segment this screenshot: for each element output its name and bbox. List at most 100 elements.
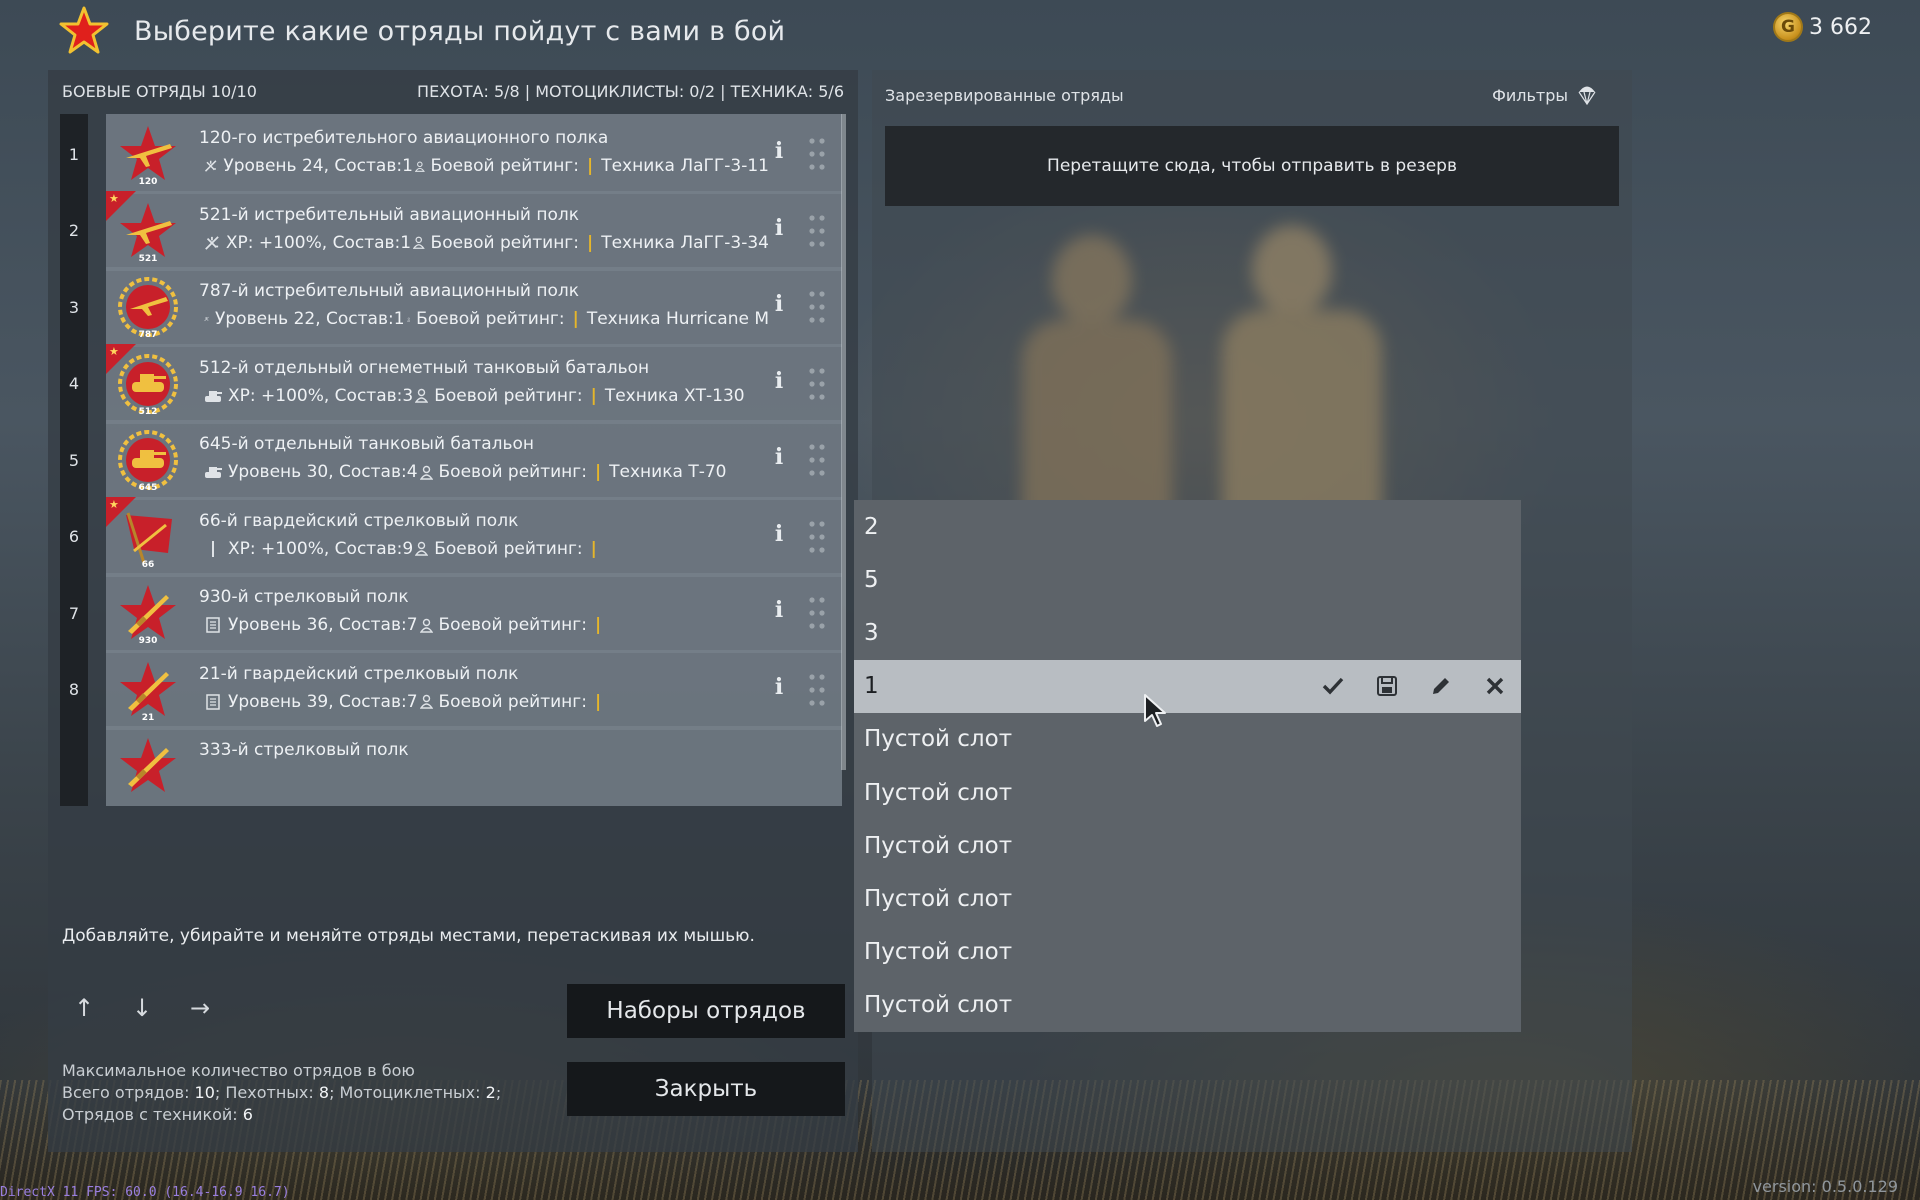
svg-text:787: 787 xyxy=(139,330,158,339)
squad-card[interactable]: 645 645-й отдельный танковый батальон Уров… xyxy=(106,420,842,500)
gold-balance: G 3 662 xyxy=(1773,12,1872,42)
squad-row[interactable]: 4 512 ★ 512-й отдельный огнеметный танковый… xyxy=(60,343,850,424)
info-icon[interactable]: i xyxy=(770,368,788,398)
info-icon[interactable]: i xyxy=(770,597,788,627)
squad-card[interactable]: 787 787-й истребительный авиационный полк… xyxy=(106,267,842,347)
preset-item[interactable]: Пустой слот xyxy=(854,713,1521,766)
save-icon[interactable] xyxy=(1375,674,1399,698)
squad-level: Уровень 36, Состав:7 xyxy=(228,615,418,635)
squad-card[interactable]: 333-й стрелковый полк xyxy=(106,726,842,806)
squad-row[interactable]: 2 521 ★ 521-й истребительный авиационный по… xyxy=(60,190,850,271)
preset-item-label: 5 xyxy=(864,566,879,593)
squad-card[interactable]: 66 ★ 66-й гвардейский стрелковый полк XP: +… xyxy=(106,496,842,577)
info-icon[interactable]: i xyxy=(770,521,788,551)
squad-emblem-icon: 930 xyxy=(120,585,176,645)
squad-emblem-icon xyxy=(120,738,176,792)
info-icon[interactable]: i xyxy=(770,215,788,245)
squad-level: Уровень 22, Состав:1 xyxy=(215,309,405,329)
edit-pencil-icon[interactable] xyxy=(1429,674,1453,698)
squad-name: 512-й отдельный огнеметный танковый бата… xyxy=(199,357,650,378)
preset-item[interactable]: 5 xyxy=(854,553,1521,606)
preset-item[interactable]: Пустой слот xyxy=(854,926,1521,979)
squad-row[interactable]: 1 120 120-го истребительного авиационного … xyxy=(60,114,850,194)
preset-item-label: Пустой слот xyxy=(864,939,1013,966)
rating-separator: | xyxy=(590,538,597,559)
squad-card[interactable]: 512 ★ 512-й отдельный огнеметный танковый … xyxy=(106,343,842,424)
info-icon[interactable]: i xyxy=(770,674,788,704)
squad-row[interactable]: 7 930 930-й стрелковый полк Уровень 36, Сос… xyxy=(60,573,850,653)
squad-name: 66-й гвардейский стрелковый полк xyxy=(199,510,519,531)
drag-handle-icon[interactable] xyxy=(808,366,826,402)
max-squads-title: Максимальное количество отрядов в бою xyxy=(62,1061,415,1080)
drag-handle-icon[interactable] xyxy=(808,289,826,325)
squad-type-counts: ПЕХОТА: 5/8 | МОТОЦИКЛИСТЫ: 0/2 | ТЕХНИК… xyxy=(417,82,844,101)
filters-button[interactable]: Фильтры xyxy=(1492,84,1596,106)
svg-text:120: 120 xyxy=(139,177,158,186)
squad-card[interactable]: 930 930-й стрелковый полк Уровень 36, Сост… xyxy=(106,573,842,653)
squad-details: XP: +100%, Состав:9 Боевой рейтинг: | xyxy=(204,539,769,559)
mouse-cursor-icon xyxy=(1144,694,1166,727)
delete-x-icon[interactable] xyxy=(1483,674,1507,698)
star-icon xyxy=(59,6,109,54)
person-icon xyxy=(415,388,429,403)
rating-separator: | xyxy=(586,232,594,253)
drag-handle-icon[interactable] xyxy=(808,213,826,249)
preset-item-label: Пустой слот xyxy=(864,885,1013,912)
close-button[interactable]: Закрыть xyxy=(567,1062,845,1116)
arrow-right-icon[interactable]: → xyxy=(188,996,212,1020)
preset-item-label: Пустой слот xyxy=(864,832,1013,859)
squad-list-scrollbar[interactable] xyxy=(841,114,846,770)
drag-handle-icon[interactable] xyxy=(808,136,826,172)
squad-vehicle: Техника Т-70 xyxy=(609,462,727,482)
tank-icon xyxy=(205,467,222,478)
squad-row[interactable]: 5 645 645-й отдельный танковый батальон Уро… xyxy=(60,420,850,500)
preset-item[interactable]: Пустой слот xyxy=(854,766,1521,819)
preset-item[interactable]: 1 xyxy=(854,659,1521,713)
arrow-down-icon[interactable]: ↓ xyxy=(130,996,154,1020)
info-icon[interactable]: i xyxy=(770,291,788,321)
arrow-up-icon[interactable]: ↑ xyxy=(72,996,96,1020)
drag-handle-icon[interactable] xyxy=(808,595,826,631)
squad-row[interactable]: 6 66 ★ 66-й гвардейский стрелковый полк XP: … xyxy=(60,496,850,577)
page-title: Выберите какие отряды пойдут с вами в бо… xyxy=(134,15,786,47)
battle-rating-label: Боевой рейтинг: xyxy=(438,691,587,712)
squad-row[interactable]: 8 21 21-й гвардейский стрелковый полк Урове… xyxy=(60,649,850,730)
squad-row[interactable]: 333-й стрелковый полк xyxy=(60,726,850,806)
preset-item[interactable]: 2 xyxy=(854,500,1521,553)
drag-handle-icon[interactable] xyxy=(808,519,826,555)
squad-sets-button[interactable]: Наборы отрядов xyxy=(567,984,845,1038)
squad-emblem-icon: 120 xyxy=(120,126,176,186)
preset-item[interactable]: Пустой слот xyxy=(854,819,1521,872)
premium-star-icon: ★ xyxy=(109,191,119,205)
preset-item[interactable]: Пустой слот xyxy=(854,979,1521,1032)
svg-text:521: 521 xyxy=(139,254,158,263)
battle-rating-label: Боевой рейтинг: xyxy=(430,232,579,253)
moto-end: ; xyxy=(495,1083,502,1102)
person-icon xyxy=(415,541,429,556)
squad-presets-dropdown: 2 5 3 1 Пустой слот Пустой слот Пустой слот Пус… xyxy=(854,500,1521,1032)
squad-card[interactable]: 521 ★ 521-й истребительный авиационный пол… xyxy=(106,190,842,271)
squad-vehicle: Техника ЛаГГ-3-34 xyxy=(601,232,769,253)
filters-label: Фильтры xyxy=(1492,85,1568,105)
infantry-list-icon xyxy=(206,617,220,633)
squad-level: Уровень 24, Состав:1 xyxy=(223,156,413,176)
squad-name: 120-го истребительного авиационного полк… xyxy=(199,128,609,148)
rating-separator: | xyxy=(586,156,594,176)
squad-card[interactable]: 21 21-й гвардейский стрелковый полк Уровен… xyxy=(106,649,842,730)
drag-handle-icon[interactable] xyxy=(808,442,826,478)
battle-rating-label: Боевой рейтинг: xyxy=(434,385,583,406)
info-icon[interactable]: i xyxy=(770,444,788,474)
drag-handle-icon[interactable] xyxy=(808,672,826,708)
reserve-dropzone[interactable]: Перетащите сюда, чтобы отправить в резер… xyxy=(885,126,1619,206)
confirm-check-icon[interactable] xyxy=(1321,674,1345,698)
squad-slot-number: 5 xyxy=(60,420,88,500)
battle-squads-panel: БОЕВЫЕ ОТРЯДЫ 10/10 ПЕХОТА: 5/8 | МОТОЦИ… xyxy=(48,70,858,1152)
preset-item[interactable]: Пустой слот xyxy=(854,872,1521,925)
preset-item[interactable]: 3 xyxy=(854,606,1521,659)
fps-debug: DirectX 11 FPS: 60.0 (16.4-16.9 16.7) xyxy=(0,1185,290,1200)
squad-card[interactable]: 120 120-го истребительного авиационного п… xyxy=(106,114,842,194)
rating-separator: | xyxy=(572,309,579,329)
squad-row[interactable]: 3 787 787-й истребительный авиационный пол… xyxy=(60,267,850,347)
info-icon[interactable]: i xyxy=(770,138,788,168)
version-label: version: 0.5.0.129 xyxy=(1752,1177,1898,1196)
